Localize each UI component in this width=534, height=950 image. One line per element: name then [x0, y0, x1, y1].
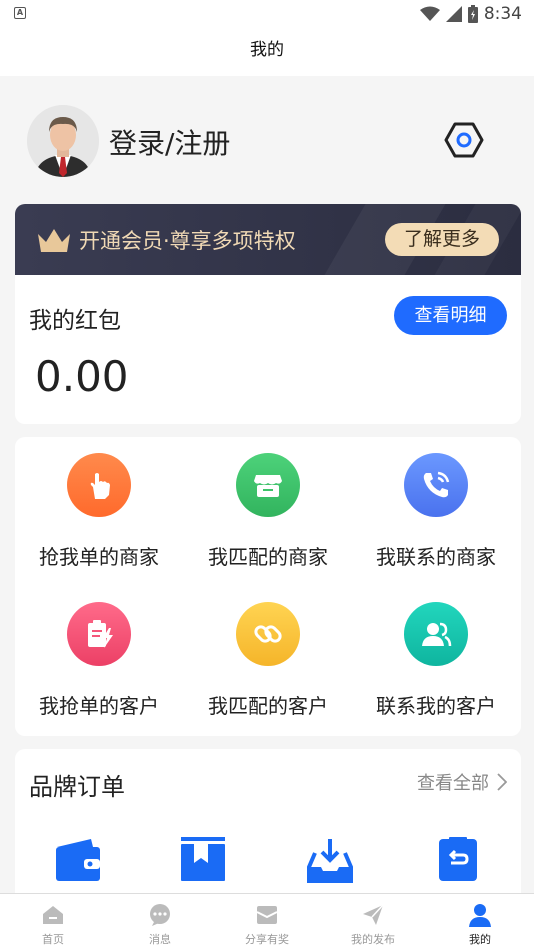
- signal-icon: [445, 6, 462, 22]
- contacts-icon: [422, 622, 452, 647]
- grid-label: 我抢单的客户: [39, 694, 159, 718]
- message-icon: [150, 904, 170, 926]
- view-all-label: 查看全部: [417, 773, 489, 794]
- gift-icon: [256, 906, 278, 924]
- notification-a-icon: A: [14, 7, 26, 19]
- grid-item-customers-matched[interactable]: 我匹配的客户: [184, 586, 352, 726]
- profile-section: 登录/注册: [0, 76, 534, 204]
- chevron-right-icon: [497, 773, 507, 791]
- grid-label: 我匹配的商家: [208, 545, 328, 569]
- hongbao-amount: 0.00: [35, 352, 129, 401]
- grid-label: 我联系的商家: [376, 545, 496, 569]
- learn-more-button[interactable]: 了解更多: [385, 223, 499, 256]
- settings-icon[interactable]: [444, 120, 484, 160]
- link-icon: [254, 625, 282, 643]
- grid-label: 抢我单的商家: [39, 545, 159, 569]
- login-register-link[interactable]: 登录/注册: [109, 122, 230, 162]
- return-icon[interactable]: [433, 835, 483, 885]
- home-icon: [43, 906, 63, 924]
- view-all-link[interactable]: 查看全部: [417, 769, 507, 795]
- tab-my-posts[interactable]: 我的发布: [320, 894, 426, 950]
- grid-item-merchants-grabbed[interactable]: 抢我单的商家: [15, 437, 183, 577]
- avatar[interactable]: [27, 105, 99, 177]
- vip-hongbao-card: 开通会员·尊享多项特权 了解更多 我的红包 查看明细 0.00: [15, 204, 521, 424]
- vip-promo-text: 开通会员·尊享多项特权: [79, 229, 296, 253]
- wallet-icon[interactable]: [53, 835, 103, 885]
- crown-icon: [38, 229, 70, 252]
- tab-mine[interactable]: 我的: [427, 894, 533, 950]
- grid-label: 联系我的客户: [376, 694, 496, 718]
- tab-home[interactable]: 首页: [0, 894, 106, 950]
- user-icon: [469, 904, 491, 927]
- bookmark-icon[interactable]: [178, 835, 228, 885]
- brand-orders-card: 品牌订单 查看全部: [15, 749, 521, 909]
- function-grid: 抢我单的商家 我匹配的商家 我联系的商家 我抢单的客户 我匹配的客户 联系我的客…: [15, 437, 521, 736]
- download-box-icon[interactable]: [305, 835, 355, 885]
- tab-share-reward[interactable]: 分享有奖: [214, 894, 320, 950]
- grid-item-customers-grabbed[interactable]: 我抢单的客户: [15, 586, 183, 726]
- phone-call-icon: [423, 471, 450, 498]
- brand-orders-title: 品牌订单: [29, 773, 125, 801]
- store-icon: [254, 475, 282, 497]
- vip-banner[interactable]: 开通会员·尊享多项特权 了解更多: [15, 204, 521, 275]
- status-time: 8:34: [483, 4, 522, 24]
- hongbao-title: 我的红包: [29, 308, 121, 334]
- send-icon: [363, 904, 384, 925]
- grid-item-merchants-matched[interactable]: 我匹配的商家: [184, 437, 352, 577]
- grid-item-merchants-contacted[interactable]: 我联系的商家: [352, 437, 520, 577]
- hand-tap-icon: [90, 473, 110, 499]
- avatar-image: [27, 105, 99, 177]
- grid-label: 我匹配的客户: [208, 694, 328, 718]
- tab-messages[interactable]: 消息: [107, 894, 213, 950]
- page-title: 我的: [0, 28, 534, 76]
- view-details-button[interactable]: 查看明细: [394, 296, 507, 335]
- wifi-icon: [419, 6, 440, 21]
- bottom-tab-bar: 首页 消息 分享有奖 我的发布 我的: [0, 893, 534, 950]
- status-bar: A 8:34: [0, 0, 534, 28]
- battery-icon: [467, 5, 478, 23]
- clipboard-flash-icon: [88, 620, 113, 648]
- grid-item-customers-contacted-me[interactable]: 联系我的客户: [352, 586, 520, 726]
